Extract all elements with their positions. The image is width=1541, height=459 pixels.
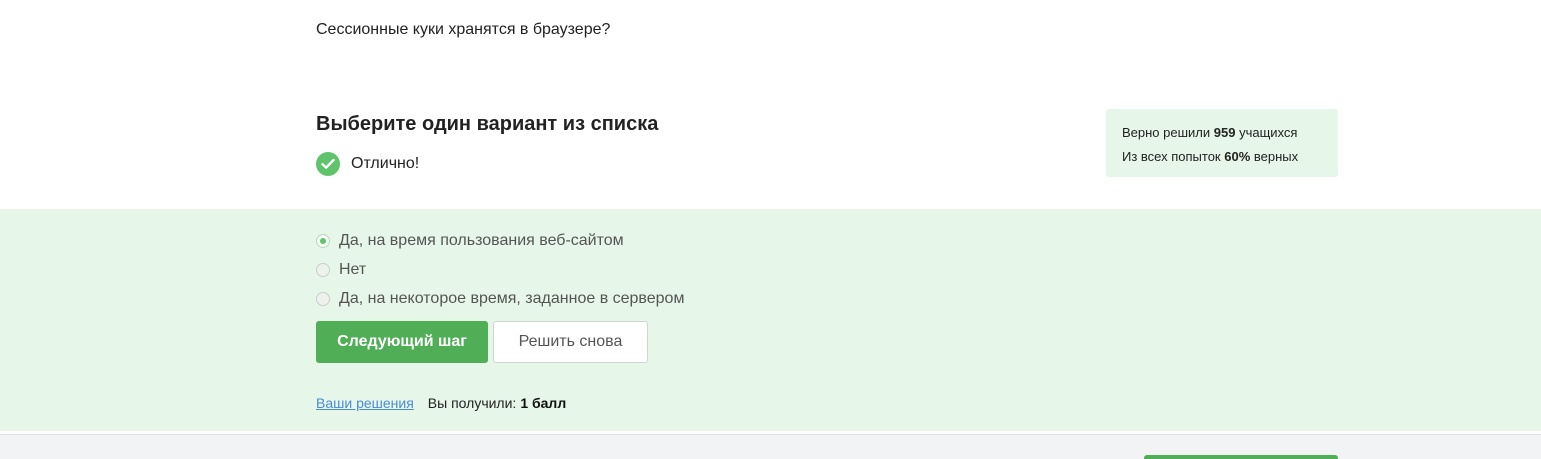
stats-box: Верно решили 959 учащихся Из всех попыто…: [1106, 109, 1338, 177]
answer-option[interactable]: Да, на некоторое время, заданное в серве…: [316, 284, 684, 313]
next-step-button[interactable]: Следующий шаг: [316, 321, 488, 363]
stats-percent-prefix: Из всех попыток: [1122, 149, 1221, 164]
stats-solved-prefix: Верно решили: [1122, 125, 1211, 140]
stats-percent-suffix: верных: [1253, 149, 1299, 164]
your-solutions-link[interactable]: Ваши решения: [316, 395, 414, 411]
question-text: Сессионные куки хранятся в браузере?: [316, 21, 611, 38]
answer-area: Да, на время пользования веб-сайтом Нет …: [0, 209, 1541, 431]
stats-solved-count: 959: [1213, 125, 1236, 140]
radio-dot: [320, 237, 326, 244]
radio-unchecked-icon[interactable]: [316, 262, 330, 277]
answer-option[interactable]: Нет: [316, 255, 684, 284]
stats-correct-percent: 60%: [1224, 149, 1251, 164]
score-value: 1 балл: [520, 395, 567, 411]
action-buttons: Следующий шаг Решить снова: [316, 321, 648, 363]
result-line: Ваши решения Вы получили: 1 балл: [316, 395, 566, 411]
radio-unchecked-icon[interactable]: [316, 291, 330, 306]
feedback-text: Отлично!: [351, 155, 420, 172]
answer-option-label: Да, на некоторое время, заданное в серве…: [339, 289, 685, 307]
score-label: Вы получили:: [427, 395, 517, 411]
footer-button-edge[interactable]: [1144, 455, 1338, 459]
radio-checked-icon[interactable]: [316, 233, 330, 248]
task-title: Выберите один вариант из списка: [316, 113, 659, 135]
answer-options: Да, на время пользования веб-сайтом Нет …: [316, 226, 684, 313]
feedback-message: Отлично!: [316, 152, 419, 176]
retry-button[interactable]: Решить снова: [493, 321, 648, 363]
check-circle-icon: [316, 152, 340, 176]
answer-option[interactable]: Да, на время пользования веб-сайтом: [316, 226, 684, 255]
quiz-step-page: Сессионные куки хранятся в браузере? Выб…: [0, 0, 1541, 459]
stats-solved-suffix: учащихся: [1239, 125, 1298, 140]
answer-option-label: Нет: [339, 260, 367, 278]
answer-option-label: Да, на время пользования веб-сайтом: [339, 231, 624, 249]
stats-percent-line: Из всех попыток 60% верных: [1122, 145, 1322, 169]
stats-solved-line: Верно решили 959 учащихся: [1122, 121, 1322, 145]
